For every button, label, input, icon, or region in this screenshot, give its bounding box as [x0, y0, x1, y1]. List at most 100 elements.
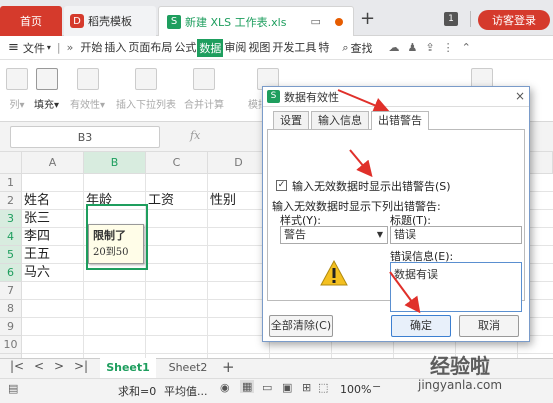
fx-icon[interactable]: fx [190, 129, 200, 142]
view-eye-icon[interactable]: ◉ [220, 381, 230, 394]
menu-items: 开始 插入 页面布局 公式 数据 审阅 视图 开发工具特 [79, 38, 330, 57]
cell-a3[interactable]: 张三 [22, 210, 84, 228]
last-sheet-icon[interactable]: >| [74, 359, 88, 373]
search-label[interactable]: 查找 [351, 40, 373, 56]
column-header[interactable]: A [22, 152, 84, 174]
window-count-badge[interactable]: 1 [444, 12, 458, 26]
dialog-title-bar: S 数据有效性 [263, 87, 529, 107]
close-icon[interactable]: × [515, 89, 525, 103]
read-mode-icon[interactable]: ⊞ [302, 381, 311, 394]
guest-login-button[interactable]: 访客登录 [478, 10, 550, 30]
more-icon[interactable]: ⋮ [443, 41, 454, 54]
tab-spreadsheet[interactable]: S 新建 XLS 工作表.xls ▭ [158, 6, 354, 36]
menu-file[interactable]: 文件 [23, 40, 45, 56]
cloud-icon[interactable]: ☁ [389, 41, 400, 54]
row-header[interactable]: 1 [0, 174, 22, 192]
next-sheet-icon[interactable]: > [54, 359, 64, 373]
style-select[interactable]: 警告 ▼ [280, 226, 388, 244]
ribbon-button[interactable]: 列▾ [6, 68, 28, 111]
sheet-tab-sheet1[interactable]: Sheet1 [100, 358, 156, 378]
ribbon-button[interactable]: 合并计算 [184, 68, 224, 111]
ok-button[interactable]: 确定 [391, 315, 451, 337]
menu-item[interactable]: 开发工具 [271, 39, 317, 57]
cell-d2[interactable]: 性别 [208, 192, 270, 210]
tab-input-message[interactable]: 输入信息 [311, 111, 369, 129]
ribbon-button-label: 填充▾ [34, 100, 60, 111]
cell-a4[interactable]: 李四 [22, 228, 84, 246]
menu-item[interactable]: 特 [317, 39, 330, 57]
row-header[interactable]: 6 [0, 264, 22, 282]
tab-template-label: 稻壳模板 [88, 15, 132, 28]
name-box[interactable]: B3 [10, 126, 160, 148]
title-input[interactable]: 错误 [390, 226, 522, 244]
tab-home[interactable]: 首页 [0, 6, 62, 36]
column-header[interactable]: C [146, 152, 208, 174]
tooltip-text: 20到50 [93, 247, 129, 258]
ribbon-button[interactable]: 插入下拉列表 [116, 68, 176, 111]
row-header[interactable]: 4 [0, 228, 22, 246]
menu-item[interactable]: 审阅 [223, 39, 247, 57]
menu-item[interactable]: 视图 [247, 39, 271, 57]
tab-error-alert[interactable]: 出错警告 [371, 111, 429, 130]
watermark-url: jingyanla.com [418, 378, 503, 392]
tab-template[interactable]: D 稻壳模板 [64, 6, 156, 36]
data-validation-dialog: S 数据有效性 × 设置 输入信息 出错警告 ✓ 输入无效数据时显示出错警告(S… [262, 86, 530, 342]
show-error-label[interactable]: 输入无效数据时显示出错警告(S) [292, 178, 451, 194]
show-error-checkbox[interactable]: ✓ [276, 180, 287, 191]
row-header[interactable]: 9 [0, 318, 22, 336]
dialog-title: 数据有效性 [284, 90, 339, 104]
monitor-icon[interactable]: ▭ [310, 15, 320, 28]
row-header[interactable]: 10 [0, 336, 22, 354]
row-header[interactable]: 3 [0, 210, 22, 228]
first-sheet-icon[interactable]: |< [10, 359, 24, 373]
collapse-icon[interactable]: ⌃ [462, 41, 471, 54]
normal-view-icon[interactable]: ▦ [240, 380, 255, 393]
column-header[interactable]: D [208, 152, 270, 174]
new-tab-button[interactable]: + [360, 8, 375, 29]
chevron-down-icon[interactable]: ▼ [377, 227, 383, 243]
ribbon-tool-icon [35, 68, 58, 90]
collab-icon[interactable]: ♟ [408, 41, 418, 54]
menu-divider: | [56, 41, 61, 54]
ribbon-button[interactable]: 填充▾ [34, 68, 59, 111]
status-icon[interactable]: ▤ [8, 382, 18, 395]
chevron-down-icon[interactable]: ▾ [47, 43, 51, 52]
menu-item[interactable]: 公式 [173, 39, 197, 57]
cell-a5[interactable]: 王五 [22, 246, 84, 264]
menu-item[interactable]: 页面布局 [127, 39, 173, 57]
zoom-out-icon[interactable]: − [372, 380, 381, 393]
prev-sheet-icon[interactable]: < [34, 359, 44, 373]
clear-all-button[interactable]: 全部清除(C) [269, 315, 333, 337]
menu-item[interactable]: 开始 [79, 39, 103, 57]
row-header[interactable]: 8 [0, 300, 22, 318]
hamburger-icon[interactable]: ≡ [8, 40, 19, 55]
page-layout-icon[interactable]: ▭ [262, 381, 272, 394]
ribbon-button-label: 有效性▾ [70, 100, 106, 111]
ribbon-button[interactable]: 有效性▾ [70, 68, 105, 111]
menu-item[interactable]: 数据 [197, 38, 224, 57]
cell-c2[interactable]: 工资 [146, 192, 208, 210]
menu-more-icon[interactable]: » [67, 41, 74, 54]
menu-item[interactable]: 插入 [103, 39, 127, 57]
ribbon-button-label: 插入下拉列表 [116, 100, 176, 111]
column-header[interactable]: B [84, 152, 146, 174]
select-all-corner[interactable] [0, 152, 22, 174]
error-message-textarea[interactable]: 数据有误 [390, 262, 522, 312]
share-icon[interactable]: ⇪ [425, 41, 434, 54]
search-icon[interactable]: ⌕ [342, 41, 348, 55]
add-sheet-button[interactable]: + [222, 358, 235, 376]
full-screen-icon[interactable]: ⬚ [318, 381, 328, 394]
cancel-button[interactable]: 取消 [459, 315, 519, 337]
cell-a6[interactable]: 马六 [22, 264, 84, 282]
sheet-tab-sheet2[interactable]: Sheet2 [160, 358, 216, 378]
tab-settings[interactable]: 设置 [273, 111, 309, 129]
spreadsheet-icon: S [167, 14, 181, 29]
row-header[interactable]: 2 [0, 192, 22, 210]
zoom-level[interactable]: 100% [340, 383, 371, 396]
cell-a2[interactable]: 姓名 [22, 192, 84, 210]
row-header[interactable]: 5 [0, 246, 22, 264]
page-break-icon[interactable]: ▣ [282, 381, 292, 394]
row-header[interactable]: 7 [0, 282, 22, 300]
style-value: 警告 [284, 228, 306, 241]
tab-spreadsheet-label: 新建 XLS 工作表.xls [185, 15, 287, 29]
